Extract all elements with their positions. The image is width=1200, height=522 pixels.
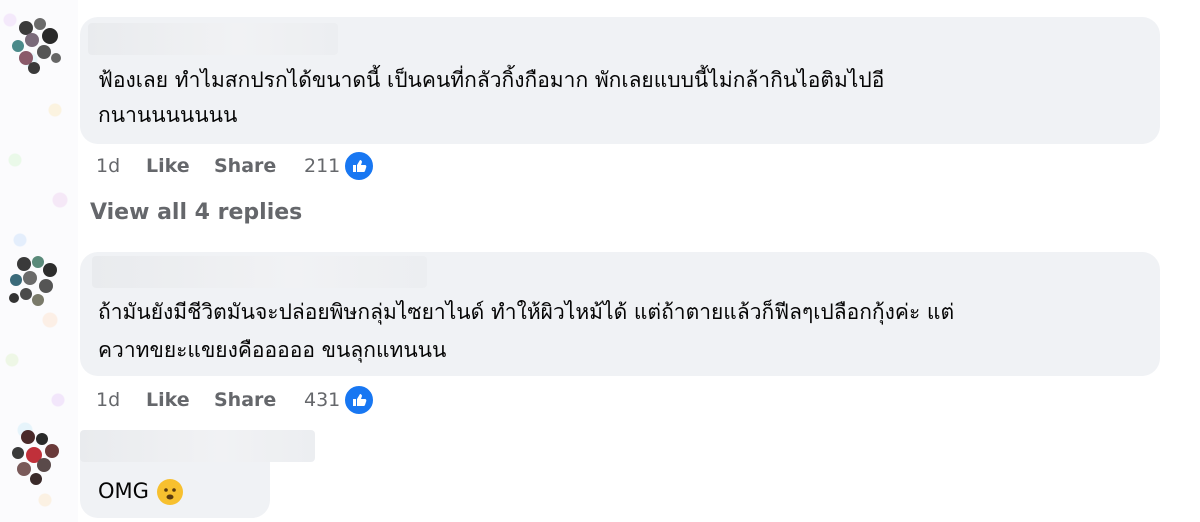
comment-text: OMG: [98, 479, 149, 503]
comment-text-line-2: กนานนนนนนน: [98, 103, 238, 127]
comment-text-line-1: ถ้ามันยังมีชีวิตมันจะปล่อยพิษกลุ่มไซยาไน…: [98, 300, 955, 324]
avatar[interactable]: [4, 14, 68, 78]
thumbs-up-icon: [343, 150, 376, 182]
like-button[interactable]: Like: [146, 389, 214, 411]
thumbs-up-icon: [343, 384, 376, 416]
commenter-name[interactable]: [92, 256, 427, 288]
share-button[interactable]: Share: [214, 155, 304, 177]
avatar[interactable]: [4, 250, 68, 314]
comment-bubble: ถ้ามันยังมีชีวิตมันจะปล่อยพิษกลุ่มไซยาไน…: [80, 252, 1160, 376]
like-button[interactable]: Like: [146, 155, 214, 177]
frowning-face-icon: [156, 479, 183, 505]
view-replies-link[interactable]: View all 4 replies: [90, 200, 302, 225]
comment-timestamp[interactable]: 1d: [96, 389, 146, 411]
reaction-count[interactable]: 211: [304, 155, 340, 177]
share-button[interactable]: Share: [214, 389, 304, 411]
commenter-name[interactable]: [88, 23, 338, 55]
comment-text-line-1: OMG: [98, 472, 183, 510]
avatar[interactable]: [4, 425, 68, 489]
comment-bubble: OMG: [80, 430, 315, 518]
comment-timestamp[interactable]: 1d: [96, 155, 146, 177]
commenter-name[interactable]: [80, 430, 315, 462]
reaction-count[interactable]: 431: [304, 389, 340, 411]
comment-actions: 1d Like Share 211: [96, 150, 376, 182]
comment-text-line-2: ควาทขยะแขยงคือออออ ขนลุกแทนนน: [98, 338, 447, 362]
comment-actions: 1d Like Share 431: [96, 384, 376, 416]
comment-bubble: ฟ้องเลย ทำไมสกปรกได้ขนาดนี้ เป็นคนที่กลั…: [80, 17, 1160, 144]
comment-text-line-1: ฟ้องเลย ทำไมสกปรกได้ขนาดนี้ เป็นคนที่กลั…: [98, 68, 885, 92]
